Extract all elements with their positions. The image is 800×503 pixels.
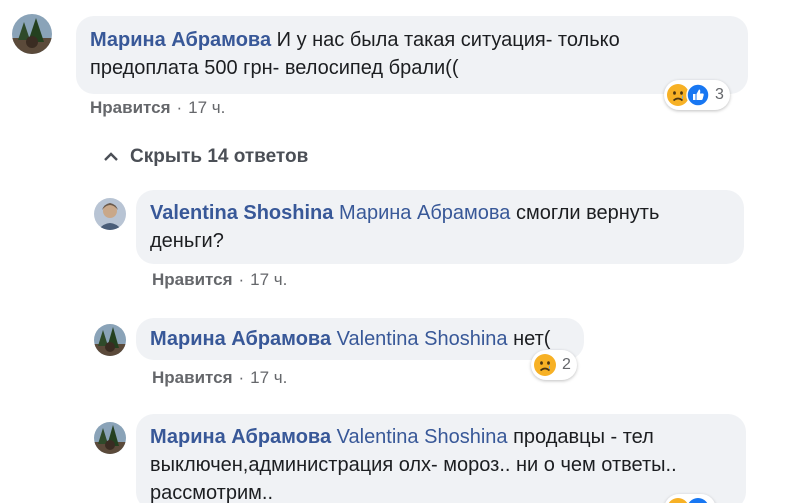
sad-face-icon [534, 354, 556, 376]
reaction-summary[interactable]: 3 [664, 80, 730, 110]
reply-mention[interactable]: Марина Абрамова [339, 202, 510, 224]
chevron-up-icon [104, 146, 118, 168]
reply-text: продавцы - тел [513, 426, 654, 448]
comment-bubble: Марина Абрамова И у нас была такая ситуа… [76, 16, 748, 94]
avatar[interactable] [94, 324, 126, 356]
reply-bubble: Марина Абрамова Valentina Shoshina прода… [136, 414, 746, 503]
like-button[interactable]: Нравится [152, 270, 233, 289]
comment-actions: Нравится · 17 ч. [90, 98, 226, 117]
reply-timestamp[interactable]: 17 ч. [250, 270, 287, 289]
reply-actions: Нравится · 17 ч. [152, 270, 288, 289]
reply-timestamp[interactable]: 17 ч. [250, 368, 287, 387]
comment-author[interactable]: Марина Абрамова [90, 29, 271, 51]
hide-replies-button[interactable]: Скрыть 14 ответов [104, 146, 308, 168]
avatar[interactable] [12, 14, 52, 54]
reply-text: смогли вернуть [515, 202, 660, 224]
reply-bubble: Марина Абрамова Valentina Shoshina нет( [136, 318, 584, 360]
reaction-count: 3 [715, 86, 724, 103]
like-button[interactable]: Нравится [152, 368, 233, 387]
reply-text-line: выключен,администрация олх- мороз.. ни о… [150, 454, 677, 476]
reaction-summary[interactable]: 2 [531, 350, 577, 380]
like-icon [688, 498, 708, 503]
like-button[interactable]: Нравится [90, 98, 171, 117]
avatar[interactable] [94, 422, 126, 454]
hide-replies-label: Скрыть 14 ответов [130, 146, 309, 167]
comment-text-line: предоплата 500 грн- велосипед брали(( [90, 57, 459, 79]
reaction-summary[interactable] [664, 494, 716, 503]
like-icon [686, 83, 710, 107]
comment-text: И у нас была такая ситуация- только [276, 29, 620, 51]
reply-author[interactable]: Valentina Shoshina [150, 202, 333, 224]
comment-timestamp[interactable]: 17 ч. [188, 98, 225, 117]
reply-mention[interactable]: Valentina Shoshina [337, 328, 508, 350]
reply-text: нет( [513, 328, 551, 350]
reply-text-line: деньги? [150, 230, 224, 252]
reply-actions: Нравится · 17 ч. [152, 368, 288, 387]
avatar[interactable] [94, 198, 126, 230]
reply-author[interactable]: Марина Абрамова [150, 328, 331, 350]
reply-mention[interactable]: Valentina Shoshina [337, 426, 508, 448]
reaction-count: 2 [562, 356, 571, 373]
reply-text-line: рассмотрим.. [150, 482, 273, 503]
reply-author[interactable]: Марина Абрамова [150, 426, 331, 448]
reply-bubble: Valentina Shoshina Марина Абрамова смогл… [136, 190, 744, 264]
